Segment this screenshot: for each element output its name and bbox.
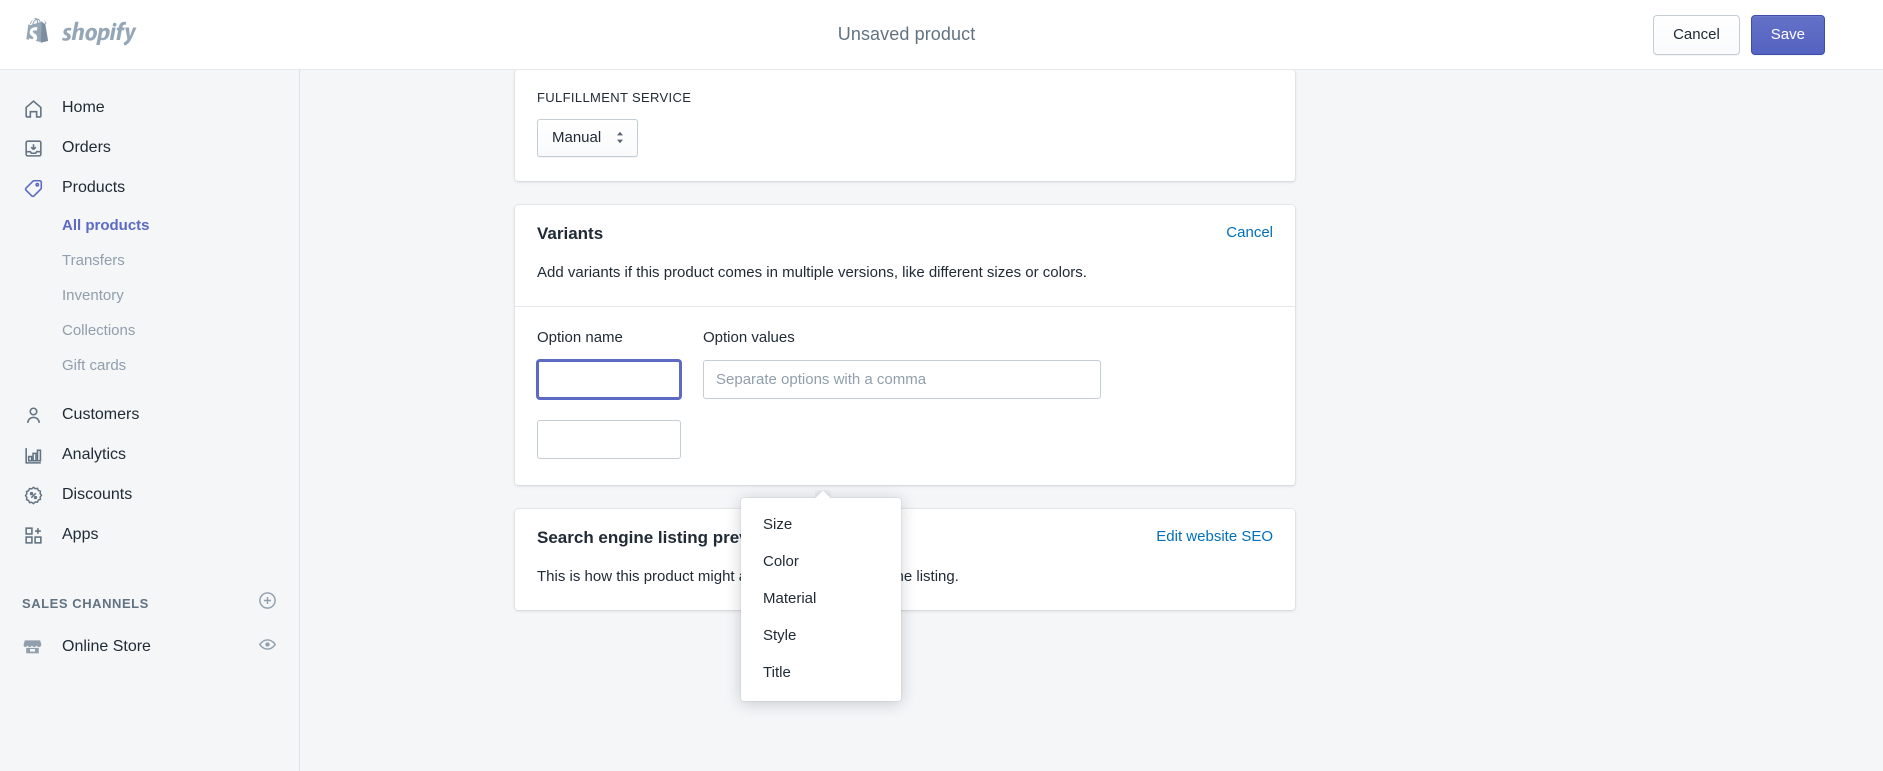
sidebar-subitem-label: All products: [62, 217, 150, 234]
plus-circle-icon[interactable]: [258, 591, 277, 615]
content-column: FULFILLMENT SERVICE Manual Variants Canc…: [515, 70, 1295, 634]
shopify-logo-icon: [26, 17, 137, 46]
sidebar-item-orders[interactable]: Orders: [0, 128, 299, 168]
apps-grid-plus-icon: [22, 524, 44, 546]
dropdown-item-style[interactable]: Style: [741, 617, 901, 654]
top-bar: Unsaved product Cancel Save: [0, 0, 1883, 70]
orders-icon: [22, 137, 44, 159]
eye-icon[interactable]: [258, 635, 277, 659]
variants-card-header: Variants Cancel: [515, 205, 1295, 244]
variants-description: Add variants if this product comes in mu…: [537, 264, 1087, 281]
option-name-label: Option name: [537, 328, 623, 346]
dropdown-item-size[interactable]: Size: [741, 506, 901, 543]
storefront-icon: [22, 636, 44, 658]
seo-preview-card: Search engine listing preview Edit websi…: [515, 508, 1295, 610]
edit-website-seo-link[interactable]: Edit website SEO: [1156, 528, 1273, 545]
sales-channels-label: SALES CHANNELS: [22, 595, 149, 611]
variants-option-labels: Option name Option values: [537, 329, 1273, 346]
sidebar-subitem-label: Collections: [62, 322, 136, 339]
discounts-percent-badge-icon: [22, 484, 44, 506]
fulfillment-service-label: FULFILLMENT SERVICE: [537, 90, 692, 105]
sidebar-subitem-label: Transfers: [62, 252, 125, 269]
cancel-button[interactable]: Cancel: [1653, 14, 1740, 55]
fulfillment-service-value: Manual: [552, 129, 602, 146]
sidebar-item-home[interactable]: Home: [0, 88, 299, 128]
dropdown-item-material[interactable]: Material: [741, 580, 901, 617]
sidebar-subitem-label: Gift cards: [62, 357, 127, 374]
products-tag-icon: [22, 177, 44, 199]
sidebar-item-label: Apps: [62, 526, 99, 543]
home-icon: [22, 97, 44, 119]
page-title: Unsaved product: [837, 24, 976, 44]
sidebar-item-label: Online Store: [62, 638, 151, 655]
sidebar-item-gift-cards[interactable]: Gift cards: [0, 348, 299, 383]
variants-title: Variants: [537, 224, 604, 243]
option-name-suggestions-dropdown: Size Color Material Style Title: [741, 498, 901, 701]
sidebar-item-label: Products: [62, 179, 126, 196]
sidebar-navigation: Home Orders Products All products Transf…: [0, 70, 300, 771]
variants-card: Variants Cancel Add variants if this pro…: [515, 205, 1295, 485]
sidebar-item-online-store[interactable]: Online Store: [0, 625, 299, 669]
sidebar-item-analytics[interactable]: Analytics: [0, 435, 299, 475]
customers-person-icon: [22, 404, 44, 426]
sidebar-item-inventory[interactable]: Inventory: [0, 278, 299, 313]
fulfillment-service-select[interactable]: Manual: [537, 119, 639, 157]
sidebar-item-discounts[interactable]: Discounts: [0, 475, 299, 515]
shopify-admin-window: Unsaved product Cancel Save Home Orders …: [0, 0, 1883, 771]
sidebar-item-customers[interactable]: Customers: [0, 395, 299, 435]
option-values-input[interactable]: [703, 359, 1101, 399]
option-name-input-secondary[interactable]: [537, 419, 681, 459]
fulfillment-service-card: FULFILLMENT SERVICE Manual: [515, 70, 1295, 181]
seo-description: This is how this product might appear in…: [537, 567, 959, 585]
variants-option-inputs: [537, 359, 1273, 399]
sidebar-item-all-products[interactable]: All products: [0, 208, 299, 243]
top-bar-actions: Cancel Save: [1653, 14, 1883, 55]
sidebar-subitem-label: Inventory: [62, 287, 124, 304]
sidebar-item-label: Home: [62, 99, 105, 116]
sidebar-item-label: Customers: [62, 406, 140, 423]
sidebar-item-transfers[interactable]: Transfers: [0, 243, 299, 278]
option-values-label: Option values: [703, 328, 795, 346]
sales-channels-header: SALES CHANNELS: [0, 581, 299, 625]
option-name-input[interactable]: [537, 359, 681, 399]
fulfillment-service-section: FULFILLMENT SERVICE Manual: [515, 70, 1295, 181]
sidebar-item-apps[interactable]: Apps: [0, 515, 299, 555]
variants-cancel-link[interactable]: Cancel: [1226, 224, 1273, 241]
select-caret-icon: [615, 131, 625, 144]
sidebar-item-products[interactable]: Products: [0, 168, 299, 208]
dropdown-item-color[interactable]: Color: [741, 543, 901, 580]
dropdown-pointer-arrow: [815, 490, 831, 499]
seo-card-header: Search engine listing preview Edit websi…: [515, 509, 1295, 548]
analytics-bar-chart-icon: [22, 444, 44, 466]
sidebar-item-label: Discounts: [62, 486, 133, 503]
sidebar-item-label: Analytics: [62, 446, 127, 463]
save-button[interactable]: Save: [1750, 14, 1825, 55]
variants-option-row: Option name Option values: [515, 307, 1295, 485]
dropdown-item-title[interactable]: Title: [741, 654, 901, 691]
main-content-area: FULFILLMENT SERVICE Manual Variants Canc…: [300, 70, 1883, 771]
sidebar-item-collections[interactable]: Collections: [0, 313, 299, 348]
sidebar-item-label: Orders: [62, 139, 111, 156]
